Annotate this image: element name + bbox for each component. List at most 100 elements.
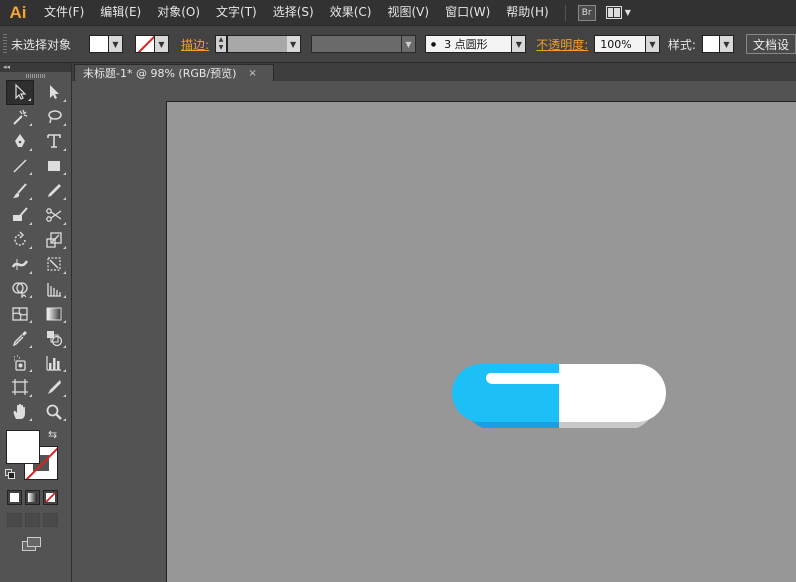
tools-panel: ◂◂ ⇆ (0, 63, 72, 582)
menu-edit[interactable]: 编辑(E) (92, 0, 149, 25)
perspective-grid-icon (47, 283, 61, 297)
menu-view[interactable]: 视图(V) (379, 0, 437, 25)
workspace-switcher[interactable]: ▼ (605, 6, 631, 19)
menu-select[interactable]: 选择(S) (265, 0, 322, 25)
type-tool[interactable] (40, 129, 68, 154)
brush-dropdown[interactable]: ▼ (512, 35, 527, 53)
graphic-style-picker[interactable]: ▼ (701, 35, 734, 53)
chevron-down-icon: ▼ (624, 8, 631, 17)
menu-file[interactable]: 文件(F) (36, 0, 92, 25)
chevron-down-icon: ▼ (719, 35, 734, 53)
shape-builder-tool[interactable] (6, 277, 34, 302)
type-icon (47, 134, 61, 149)
gradient-icon (46, 307, 62, 321)
menu-window[interactable]: 窗口(W) (437, 0, 498, 25)
fill-color-box[interactable] (6, 430, 40, 465)
profile-dropdown[interactable]: ▼ (401, 35, 416, 53)
opacity-input[interactable]: 100% (594, 35, 647, 53)
style-label: 样式: (667, 37, 696, 52)
brush-dot-icon: ● (430, 40, 437, 48)
menu-type[interactable]: 文字(T) (208, 0, 265, 25)
column-graph-icon (46, 355, 61, 371)
magic-wand-tool[interactable] (6, 105, 34, 130)
default-colors-icon[interactable] (5, 469, 15, 480)
document-tab-title: 未标题-1* @ 98% (RGB/预览) (83, 67, 237, 80)
control-bar: 未选择对象 ▼ ▼ 描边: ▲ ▼ ▼ ▼ ● 3 点圆形 ▼ 不透明度: 100… (0, 25, 796, 63)
opacity-dropdown[interactable]: ▼ (646, 35, 660, 53)
paintbrush-tool[interactable] (6, 178, 34, 203)
menu-object[interactable]: 对象(O) (149, 0, 208, 25)
capsule-highlight (485, 373, 559, 384)
slice-tool[interactable] (40, 375, 68, 400)
width-tool[interactable] (6, 252, 34, 277)
hand-tool[interactable] (6, 400, 34, 425)
pencil-tool[interactable] (40, 178, 68, 203)
artboard[interactable] (166, 101, 796, 582)
swap-fill-stroke-icon[interactable]: ⇆ (48, 428, 57, 441)
symbol-sprayer-tool[interactable] (6, 351, 34, 376)
shape-builder-icon (12, 282, 28, 299)
free-transform-icon (47, 257, 61, 272)
line-segment-tool[interactable] (6, 154, 34, 179)
width-icon (11, 259, 29, 271)
blob-brush-tool[interactable] (6, 203, 34, 228)
selection-tool[interactable] (6, 80, 34, 105)
eyedropper-tool[interactable] (6, 326, 34, 351)
direct-selection-tool[interactable] (40, 80, 68, 105)
brush-label: 3 点圆形 (444, 38, 488, 51)
rectangle-tool[interactable] (40, 154, 68, 179)
gradient-mode-button[interactable] (25, 490, 40, 506)
zoom-icon (46, 404, 62, 420)
scale-icon (46, 232, 62, 248)
column-graph-tool[interactable] (40, 351, 68, 376)
paintbrush-icon (13, 183, 27, 198)
blend-tool[interactable] (40, 326, 68, 351)
screen-mode-button[interactable] (22, 537, 44, 553)
pen-tool[interactable] (6, 129, 34, 154)
stroke-weight-stepper[interactable]: ▲ ▼ (215, 35, 227, 53)
hand-icon (13, 403, 25, 420)
draw-inside-button[interactable] (43, 513, 58, 528)
zoom-tool[interactable] (40, 400, 68, 425)
stroke-color-picker[interactable]: ▼ (135, 35, 169, 53)
color-mode-button[interactable] (7, 490, 22, 506)
stroke-weight-dropdown[interactable]: ▼ (286, 35, 301, 53)
capsule-artwork[interactable] (451, 364, 667, 428)
perspective-grid-tool[interactable] (40, 277, 68, 302)
draw-normal-button[interactable] (7, 513, 22, 528)
blend-icon (47, 331, 63, 347)
panel-grip[interactable] (3, 34, 7, 54)
menu-help[interactable]: 帮助(H) (498, 0, 556, 25)
stroke-weight-input[interactable] (226, 35, 287, 53)
capsule-right-half (559, 364, 666, 422)
rotate-tool[interactable] (6, 228, 34, 253)
brush-definition-select[interactable]: ● 3 点圆形 (424, 35, 513, 53)
none-icon (46, 493, 55, 503)
gradient-tool[interactable] (40, 301, 68, 326)
free-transform-tool[interactable] (40, 252, 68, 277)
lasso-tool[interactable] (40, 105, 68, 130)
fill-color-picker[interactable]: ▼ (89, 35, 123, 53)
document-setup-button[interactable]: 文档设 (745, 34, 796, 54)
line-icon (13, 159, 27, 173)
opacity-label[interactable]: 不透明度: (536, 36, 588, 53)
artboard-tool[interactable] (6, 375, 34, 400)
close-icon[interactable]: × (248, 68, 256, 79)
style-swatch (701, 35, 720, 53)
menu-effect[interactable]: 效果(C) (322, 0, 380, 25)
scale-tool[interactable] (40, 228, 68, 253)
draw-behind-button[interactable] (25, 513, 40, 528)
none-mode-button[interactable] (43, 490, 58, 506)
document-tab-bar: 未标题-1* @ 98% (RGB/预览) × (72, 63, 796, 81)
pencil-icon (48, 183, 61, 197)
stroke-label[interactable]: 描边: (181, 36, 209, 53)
panel-grip[interactable] (0, 72, 71, 80)
bridge-button[interactable]: Br (577, 4, 596, 21)
collapse-panel-icon[interactable]: ◂◂ (0, 63, 71, 72)
fill-swatch (89, 35, 109, 53)
variable-width-profile[interactable] (310, 35, 402, 53)
scissors-icon (46, 208, 62, 223)
document-tab[interactable]: 未标题-1* @ 98% (RGB/预览) × (74, 64, 274, 81)
scissors-tool[interactable] (40, 203, 68, 228)
mesh-tool[interactable] (6, 301, 34, 326)
